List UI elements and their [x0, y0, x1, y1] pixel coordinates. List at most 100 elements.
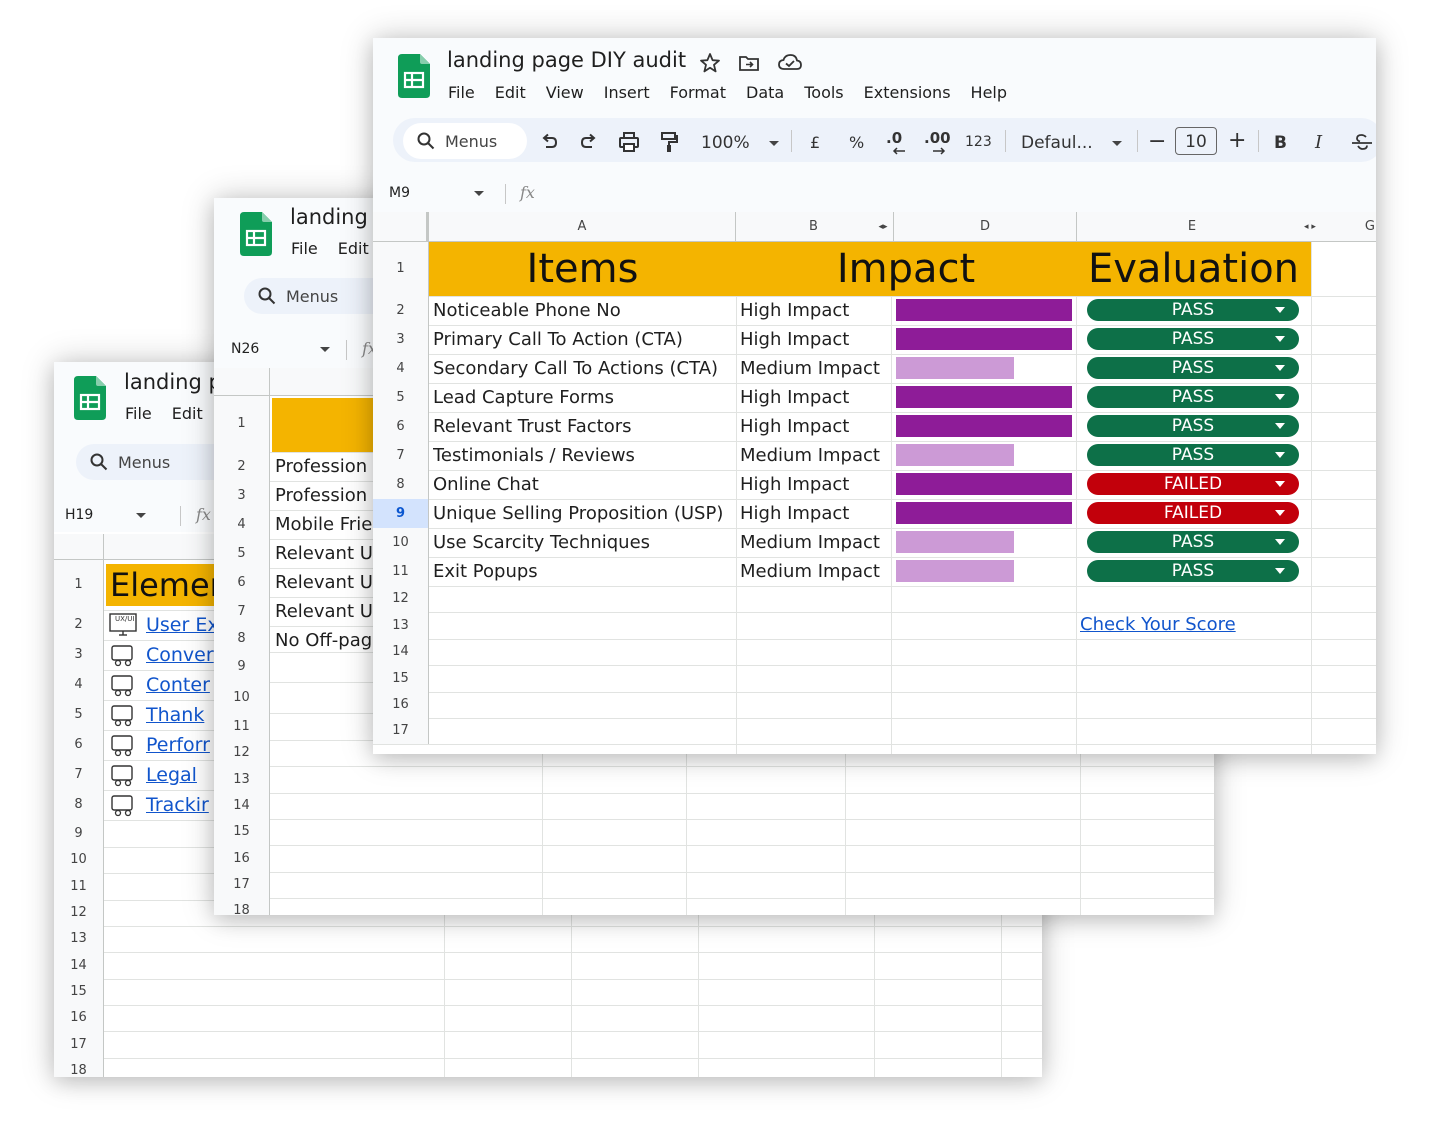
column-header-g[interactable]: G	[1325, 212, 1376, 242]
row-header[interactable]: 3	[54, 640, 104, 670]
row-header[interactable]: 5	[373, 383, 429, 412]
increase-font-size-button[interactable]: +	[1228, 128, 1246, 153]
row-header[interactable]: 10	[54, 847, 104, 873]
bold-button[interactable]: B	[1274, 133, 1287, 153]
star-icon[interactable]	[699, 52, 721, 74]
name-box[interactable]: M9	[389, 185, 485, 201]
sheets-logo-icon[interactable]	[74, 376, 106, 420]
element-link[interactable]: Perforr	[146, 734, 210, 756]
document-title[interactable]: landing page DIY audit	[447, 48, 686, 72]
row-header[interactable]: 15	[373, 665, 429, 692]
row-header[interactable]: 15	[54, 979, 104, 1005]
row-header[interactable]: 16	[373, 692, 429, 718]
italic-button[interactable]: I	[1315, 132, 1322, 153]
impact-cell[interactable]: Medium Impact	[740, 528, 890, 557]
row-header[interactable]: 6	[373, 412, 429, 441]
column-header-e[interactable]: E	[1077, 212, 1307, 242]
font-size-input[interactable]: 10	[1175, 127, 1217, 155]
item-cell[interactable]: Use Scarcity Techniques	[433, 528, 733, 557]
row-header[interactable]: 9	[214, 652, 270, 682]
row-header[interactable]: 16	[214, 845, 270, 872]
move-folder-icon[interactable]	[738, 53, 760, 73]
evaluation-dropdown[interactable]: FAILED	[1087, 473, 1299, 495]
evaluation-dropdown[interactable]: PASS	[1087, 415, 1299, 437]
row-header[interactable]: 14	[54, 952, 104, 979]
menu-edit[interactable]: Edit	[338, 239, 369, 258]
hidden-columns-toggle[interactable]: ◂▸	[873, 212, 893, 242]
row-header[interactable]: 7	[214, 597, 270, 626]
check-score-link[interactable]: Check Your Score	[1080, 614, 1236, 635]
impact-cell[interactable]: Medium Impact	[740, 354, 890, 383]
percent-format-button[interactable]: %	[849, 133, 864, 152]
impact-cell[interactable]: High Impact	[740, 383, 890, 412]
menu-format[interactable]: Format	[670, 83, 726, 102]
row-header[interactable]: 13	[373, 612, 429, 639]
impact-cell[interactable]: Medium Impact	[740, 557, 890, 586]
column-header-a[interactable]: A	[429, 212, 736, 242]
row-header[interactable]: 13	[54, 926, 104, 952]
row-header[interactable]: 7	[373, 441, 429, 470]
item-cell[interactable]: Online Chat	[433, 470, 733, 499]
evaluation-dropdown[interactable]: FAILED	[1087, 502, 1299, 524]
paint-format-icon[interactable]	[659, 131, 679, 153]
redo-icon[interactable]	[579, 132, 599, 152]
header-impact[interactable]: Impact	[736, 242, 1076, 296]
row-header[interactable]: 11	[373, 557, 429, 586]
row-header[interactable]: 17	[214, 872, 270, 898]
row-header[interactable]: 15	[214, 819, 270, 845]
menu-file[interactable]: File	[448, 83, 475, 102]
select-all-corner[interactable]	[373, 212, 429, 242]
item-cell[interactable]: Secondary Call To Actions (CTA)	[433, 354, 733, 383]
element-link[interactable]: User Ex	[146, 614, 219, 636]
row-header[interactable]: 10	[214, 682, 270, 713]
menu-help[interactable]: Help	[971, 83, 1007, 102]
row-header[interactable]: 17	[373, 718, 429, 744]
header-evaluation[interactable]: Evaluation	[1076, 242, 1311, 296]
element-link[interactable]: Trackir	[146, 794, 209, 816]
impact-cell[interactable]: High Impact	[740, 470, 890, 499]
row-header[interactable]: 6	[214, 568, 270, 597]
row-header[interactable]: 2	[54, 610, 104, 640]
row-header[interactable]: 18	[54, 1058, 104, 1077]
menu-edit[interactable]: Edit	[495, 83, 526, 102]
font-family-select[interactable]: Defaul...	[1021, 133, 1123, 153]
menu-tools[interactable]: Tools	[804, 83, 843, 102]
row-header[interactable]: 14	[373, 639, 429, 665]
menu-file[interactable]: File	[125, 404, 152, 423]
document-title[interactable]: landing p	[124, 370, 222, 394]
row-header[interactable]: 18	[214, 898, 270, 915]
row-header[interactable]: 4	[54, 670, 104, 700]
name-box[interactable]: N26	[231, 341, 330, 357]
column-header-b[interactable]: B	[736, 212, 891, 242]
element-link[interactable]: Conter	[146, 674, 210, 696]
strikethrough-icon[interactable]	[1351, 132, 1373, 152]
item-cell[interactable]: Primary Call To Action (CTA)	[433, 325, 733, 354]
impact-cell[interactable]: High Impact	[740, 296, 890, 325]
row-header[interactable]: 6	[54, 730, 104, 760]
menus-search[interactable]: Menus	[403, 123, 527, 159]
row-header[interactable]: 9	[54, 820, 104, 847]
zoom-select[interactable]: 100%	[701, 133, 780, 153]
row-header[interactable]: 17	[54, 1031, 104, 1058]
row-header[interactable]: 11	[214, 713, 270, 740]
item-cell[interactable]: Lead Capture Forms	[433, 383, 733, 412]
element-link[interactable]: Thank	[146, 704, 204, 726]
row-header[interactable]: 5	[214, 539, 270, 568]
menu-insert[interactable]: Insert	[604, 83, 650, 102]
evaluation-dropdown[interactable]: PASS	[1087, 386, 1299, 408]
item-cell[interactable]: Testimonials / Reviews	[433, 441, 733, 470]
row-header[interactable]: 8	[54, 790, 104, 820]
print-icon[interactable]	[618, 131, 640, 153]
impact-cell[interactable]: High Impact	[740, 499, 890, 528]
element-link[interactable]: Conver	[146, 644, 214, 666]
row-header[interactable]: 14	[214, 793, 270, 819]
row-header[interactable]: 8	[214, 626, 270, 652]
impact-cell[interactable]: High Impact	[740, 325, 890, 354]
impact-cell[interactable]: Medium Impact	[740, 441, 890, 470]
name-box[interactable]: H19	[65, 507, 146, 523]
cloud-saved-icon[interactable]	[778, 53, 802, 73]
item-cell[interactable]: Unique Selling Proposition (USP)	[433, 499, 733, 528]
row-header[interactable]: 4	[373, 354, 429, 383]
row-header[interactable]: 2	[373, 296, 429, 325]
header-items[interactable]: Items	[429, 242, 736, 296]
